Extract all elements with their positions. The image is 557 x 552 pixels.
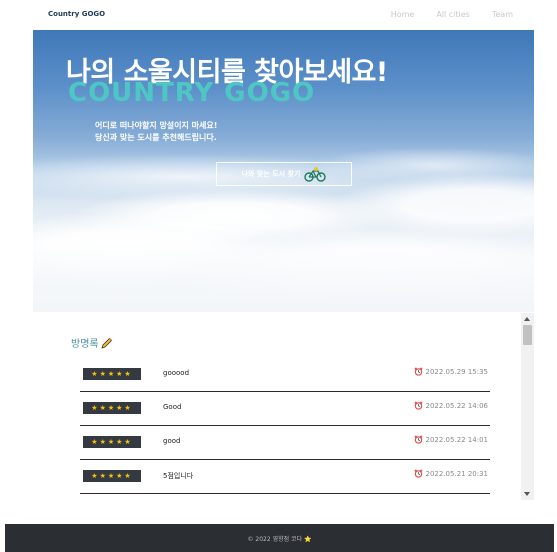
alarm-clock-icon [414, 367, 422, 376]
nav-links: Home All cities Team [391, 10, 513, 19]
guestbook-title: 방명록 [71, 335, 113, 350]
hero-subtitle-line2: 당신과 맞는 도시를 추천해드립니다. [95, 133, 217, 142]
guestbook-entry: ★★★★★ gooood 2022.05.29 15:35 [80, 358, 490, 392]
entry-message: good [163, 437, 181, 445]
star-rating: ★★★★★ [83, 402, 141, 414]
nav-link-all-cities[interactable]: All cities [436, 10, 470, 19]
guestbook-entry: ★★★★★ good 2022.05.22 14:01 [80, 426, 490, 460]
star-rating: ★★★★★ [83, 470, 141, 482]
guestbook-entry: ★★★★★ Good 2022.05.22 14:06 [80, 392, 490, 426]
hero-banner: 나의 소울시티를 찾아보세요! COUNTRY GOGO 어디로 떠나야할지 망… [33, 30, 534, 312]
entry-message: 5점입니다 [163, 472, 194, 480]
entry-date: 2022.05.21 20:31 [414, 469, 488, 478]
entry-date-text: 2022.05.29 15:35 [425, 367, 488, 376]
find-city-button[interactable]: 나와 맞는 도시 찾기 [216, 162, 352, 186]
footer: © 2022 영향점 코다 ⭐ [5, 524, 554, 552]
guestbook-entry: ★★★★★ 5점입니다 2022.05.21 20:31 [80, 460, 490, 494]
star-rating: ★★★★★ [83, 368, 141, 380]
alarm-clock-icon [414, 469, 422, 478]
entry-date-text: 2022.05.21 20:31 [425, 469, 488, 478]
alarm-clock-icon [414, 401, 422, 410]
nav-link-team[interactable]: Team [492, 10, 513, 19]
entry-message: gooood [163, 369, 190, 377]
star-rating: ★★★★★ [83, 436, 141, 448]
guestbook-panel: 방명록 ★★★★★ gooood 2022.05.29 15:35 ★★★★★ … [33, 313, 534, 500]
entry-date: 2022.05.29 15:35 [414, 367, 488, 376]
entry-date-text: 2022.05.22 14:01 [425, 435, 488, 444]
entry-message: Good [163, 403, 182, 411]
hero-subtitle-line1: 어디로 떠나야할지 망설이지 마세요! [95, 121, 218, 130]
entry-date-text: 2022.05.22 14:06 [425, 401, 488, 410]
top-navbar: Country GOGO Home All cities Team [0, 0, 557, 30]
guestbook-title-text: 방명록 [71, 339, 99, 350]
scroll-down-arrow-icon[interactable] [524, 492, 530, 496]
footer-copyright: © 2022 영향점 코다 ⭐ [247, 535, 312, 543]
brand-logo[interactable]: Country GOGO [48, 10, 105, 18]
nav-link-home[interactable]: Home [391, 10, 415, 19]
entry-date: 2022.05.22 14:01 [414, 435, 488, 444]
hero-brand: COUNTRY GOGO [68, 78, 316, 108]
find-city-button-label: 나와 맞는 도시 찾기 [241, 170, 301, 178]
hero-subtitle: 어디로 떠나야할지 망설이지 마세요! 당신과 맞는 도시를 추천해드립니다. [95, 120, 217, 144]
guestbook-scrollbar[interactable] [521, 313, 534, 500]
scrollbar-thumb[interactable] [523, 325, 532, 345]
scroll-up-arrow-icon[interactable] [524, 317, 530, 321]
pencil-icon [100, 337, 112, 349]
entry-date: 2022.05.22 14:06 [414, 401, 488, 410]
bicycle-icon [304, 167, 327, 182]
alarm-clock-icon [414, 435, 422, 444]
